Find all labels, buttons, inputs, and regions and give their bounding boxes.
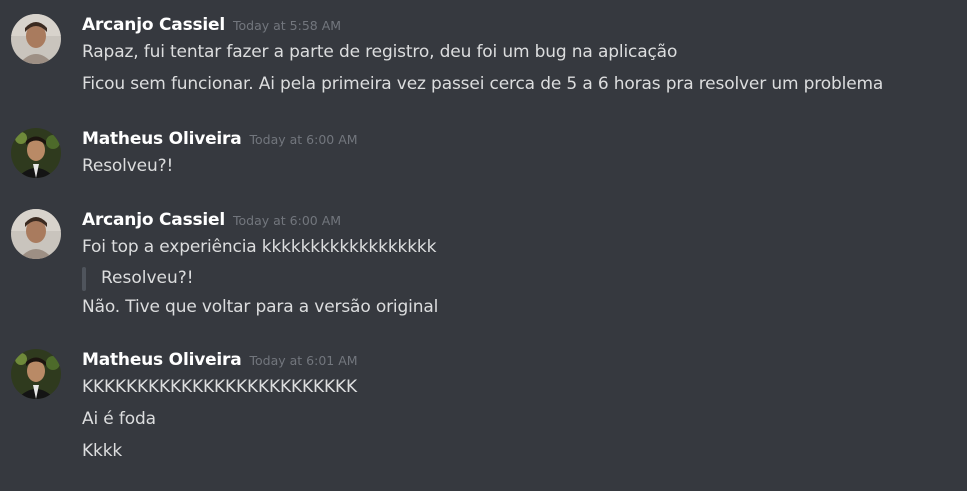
- timestamp: Today at 6:01 AM: [249, 353, 358, 368]
- message-text: Kkkk: [82, 441, 123, 461]
- avatar[interactable]: [11, 349, 61, 399]
- avatar[interactable]: [11, 209, 61, 259]
- timestamp: Today at 6:00 AM: [249, 132, 358, 147]
- message-header: Arcanjo Cassiel Today at 6:00 AM: [82, 210, 341, 230]
- username[interactable]: Arcanjo Cassiel: [82, 210, 225, 230]
- message-text: KKKKKKKKKKKKKKKKKKKKKKKKK: [82, 377, 357, 397]
- message-header: Matheus Oliveira Today at 6:00 AM: [82, 129, 358, 149]
- username[interactable]: Arcanjo Cassiel: [82, 15, 225, 35]
- username[interactable]: Matheus Oliveira: [82, 350, 242, 370]
- message-text: Foi top a experiência kkkkkkkkkkkkkkkkkk: [82, 237, 437, 257]
- quote-text: Resolveu?!: [101, 268, 194, 288]
- username[interactable]: Matheus Oliveira: [82, 129, 242, 149]
- quote-bar: [82, 267, 86, 291]
- message-text: Resolveu?!: [82, 156, 174, 176]
- message-header: Arcanjo Cassiel Today at 5:58 AM: [82, 15, 341, 35]
- message-text: Não. Tive que voltar para a versão origi…: [82, 297, 439, 317]
- avatar[interactable]: [11, 128, 61, 178]
- message-text: Ficou sem funcionar. Ai pela primeira ve…: [82, 74, 884, 94]
- message-text: Rapaz, fui tentar fazer a parte de regis…: [82, 42, 678, 62]
- message-header: Matheus Oliveira Today at 6:01 AM: [82, 350, 358, 370]
- timestamp: Today at 6:00 AM: [233, 213, 342, 228]
- message-text: Ai é foda: [82, 409, 156, 429]
- timestamp: Today at 5:58 AM: [233, 18, 342, 33]
- avatar[interactable]: [11, 14, 61, 64]
